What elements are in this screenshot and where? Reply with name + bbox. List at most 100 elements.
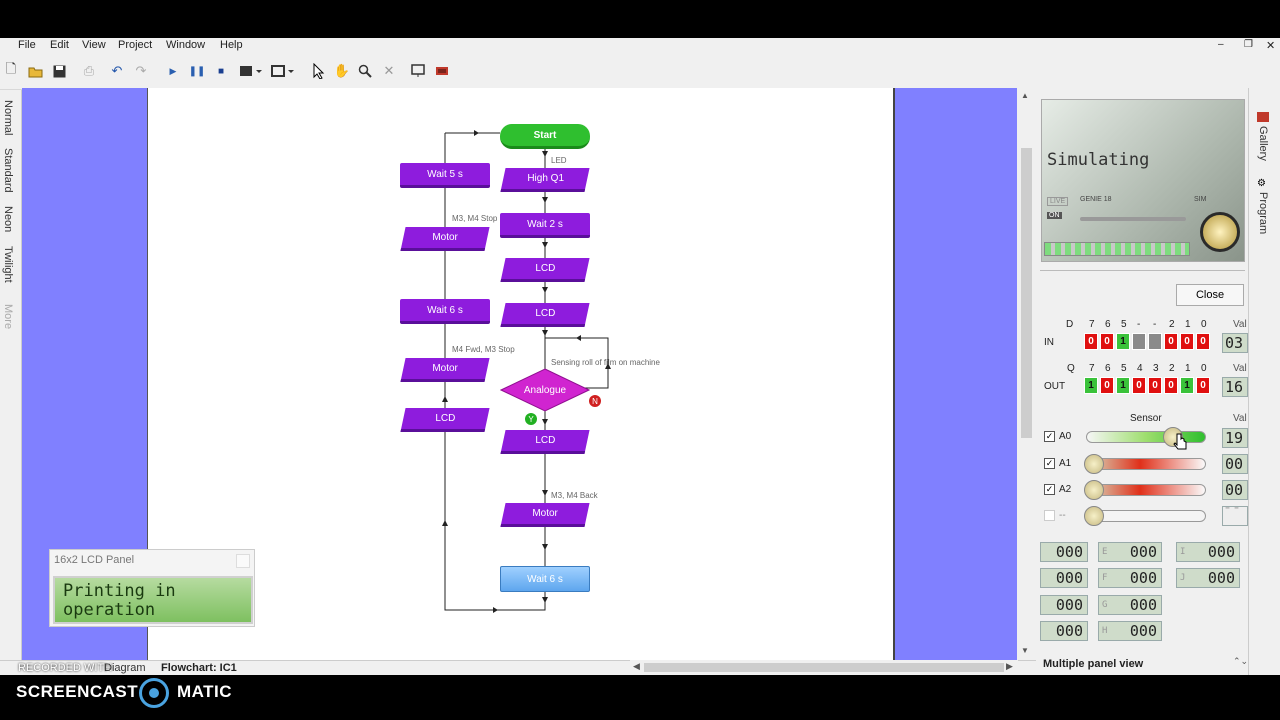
layout-dropdown-icon[interactable]	[238, 62, 264, 80]
vertical-scroll-thumb[interactable]	[1021, 148, 1032, 438]
hand-pan-icon[interactable]: ✋	[333, 62, 351, 80]
tab-diagram[interactable]: Diagram	[104, 662, 146, 674]
wait-6s-node[interactable]: Wait 6 s	[400, 299, 490, 324]
chip-icon[interactable]	[433, 62, 451, 80]
screencast-watermark: SCREENCAST MATIC	[0, 675, 1280, 720]
a3-slider[interactable]	[1086, 510, 1206, 522]
scroll-up-icon[interactable]: ▲	[1021, 91, 1029, 100]
a0-slider[interactable]	[1086, 431, 1206, 443]
tab-more[interactable]: More	[2, 304, 14, 329]
in-bit-1[interactable]: 0	[1100, 333, 1114, 350]
out-bit-7[interactable]: 0	[1196, 377, 1210, 394]
close-icon[interactable]: ✕	[1266, 39, 1275, 52]
select-pointer-icon[interactable]	[310, 62, 328, 80]
a2-slider[interactable]	[1086, 484, 1206, 496]
menu-project[interactable]: Project	[118, 39, 152, 51]
menu-help[interactable]: Help	[220, 39, 243, 51]
new-file-icon[interactable]: 🗋	[2, 61, 20, 80]
variable-display-2: I 000	[1176, 542, 1240, 562]
undo-icon[interactable]: ↶	[108, 62, 126, 80]
a2-checkbox[interactable]: ✓	[1044, 484, 1055, 495]
scroll-down-icon[interactable]: ▼	[1021, 646, 1029, 655]
sim-dial-knob[interactable]	[1200, 212, 1240, 252]
watermark-right: MATIC	[177, 682, 233, 701]
tab-program[interactable]: Program	[1257, 192, 1269, 234]
wait-6s-node-active[interactable]: Wait 6 s	[500, 566, 590, 592]
menu-file[interactable]: File	[18, 39, 36, 51]
watermark-left: SCREENCAST	[16, 682, 139, 701]
redo-icon[interactable]: ↷	[132, 62, 150, 80]
a1-checkbox[interactable]: ✓	[1044, 458, 1055, 469]
menu-window[interactable]: Window	[166, 39, 205, 51]
tab-flowchart-ic1[interactable]: Flowchart: IC1	[161, 662, 237, 674]
menu-edit[interactable]: Edit	[50, 39, 69, 51]
in-bit-2[interactable]: 1	[1116, 333, 1130, 350]
tab-normal[interactable]: Normal	[2, 100, 14, 135]
delete-icon[interactable]: ✕	[380, 62, 398, 80]
style-tabs: Normal Standard Neon Twilight More	[0, 90, 22, 660]
run-icon[interactable]: ▶	[164, 62, 182, 80]
in-value-display: 03	[1222, 333, 1248, 353]
lcd-node-1[interactable]: LCD	[500, 258, 590, 282]
scroll-right-icon[interactable]: ▶	[1006, 661, 1013, 672]
in-bit-header-4: -	[1153, 319, 1157, 330]
zoom-icon[interactable]	[356, 62, 374, 80]
wait-2s-node[interactable]: Wait 2 s	[500, 213, 590, 238]
in-bit-5[interactable]: 0	[1164, 333, 1178, 350]
tab-neon[interactable]: Neon	[2, 206, 14, 232]
start-node[interactable]: Start	[500, 124, 590, 149]
a3-slider-knob[interactable]	[1084, 506, 1104, 526]
variable-display-6: 000	[1040, 595, 1088, 615]
variable-display-9: H 000	[1098, 621, 1162, 641]
tab-twilight[interactable]: Twilight	[2, 246, 14, 283]
a0-checkbox[interactable]: ✓	[1044, 431, 1055, 442]
yes-branch-marker: Y	[525, 413, 537, 425]
scroll-left-icon[interactable]: ◀	[633, 661, 640, 672]
a1-slider[interactable]	[1086, 458, 1206, 470]
lcd-panel-window[interactable]: 16x2 LCD Panel Printing in operation	[49, 549, 255, 627]
view-dropdown-icon[interactable]	[270, 62, 296, 80]
restore-icon[interactable]: ❐	[1244, 39, 1253, 50]
motor-fwd-node[interactable]: Motor	[400, 358, 490, 382]
high-q1-node[interactable]: High Q1	[500, 168, 590, 192]
lcd-node-3[interactable]: LCD	[500, 430, 590, 454]
in-bit-6[interactable]: 0	[1180, 333, 1194, 350]
a3-checkbox[interactable]	[1044, 510, 1055, 521]
panel-expand-icon[interactable]: ⌃⌄	[1233, 656, 1248, 667]
in-bit-3[interactable]	[1132, 333, 1146, 350]
live-indicator: LIVE	[1047, 197, 1069, 206]
out-bit-6[interactable]: 1	[1180, 377, 1194, 394]
lcd-node-left[interactable]: LCD	[400, 408, 490, 432]
out-bit-2[interactable]: 1	[1116, 377, 1130, 394]
print-icon[interactable]: ⎙	[80, 62, 98, 80]
out-bit-5[interactable]: 0	[1164, 377, 1178, 394]
screen-icon[interactable]	[409, 62, 427, 80]
out-bit-1[interactable]: 0	[1100, 377, 1114, 394]
tab-standard[interactable]: Standard	[2, 148, 14, 193]
save-icon[interactable]	[50, 62, 68, 80]
analogue-decision-node[interactable]: Analogue	[500, 368, 590, 412]
lcd-panel-close-icon[interactable]	[236, 554, 250, 568]
out-bit-3[interactable]: 0	[1132, 377, 1146, 394]
open-folder-icon[interactable]	[26, 62, 44, 80]
motor-stop-node[interactable]: Motor	[400, 227, 490, 251]
in-bit-4[interactable]	[1148, 333, 1162, 350]
menu-view[interactable]: View	[82, 39, 106, 51]
variable-name-4: F	[1102, 573, 1108, 583]
motor-back-node[interactable]: Motor	[500, 503, 590, 527]
lcd-node-2[interactable]: LCD	[500, 303, 590, 327]
minimize-icon[interactable]: –	[1218, 39, 1224, 50]
in-bit-7[interactable]: 0	[1196, 333, 1210, 350]
stop-icon[interactable]: ■	[212, 62, 230, 80]
out-bit-0[interactable]: 1	[1084, 377, 1098, 394]
a2-slider-knob[interactable]	[1084, 480, 1104, 500]
close-button[interactable]: Close	[1176, 284, 1244, 306]
horizontal-scroll-thumb[interactable]	[644, 663, 1004, 672]
pause-icon[interactable]: ❚❚	[188, 62, 206, 80]
wait-5s-node[interactable]: Wait 5 s	[400, 163, 490, 188]
a1-slider-knob[interactable]	[1084, 454, 1104, 474]
in-bit-0[interactable]: 0	[1084, 333, 1098, 350]
out-bit-4[interactable]: 0	[1148, 377, 1162, 394]
out-bit-header-0: 7	[1089, 363, 1095, 374]
tab-gallery[interactable]: Gallery	[1257, 126, 1269, 161]
